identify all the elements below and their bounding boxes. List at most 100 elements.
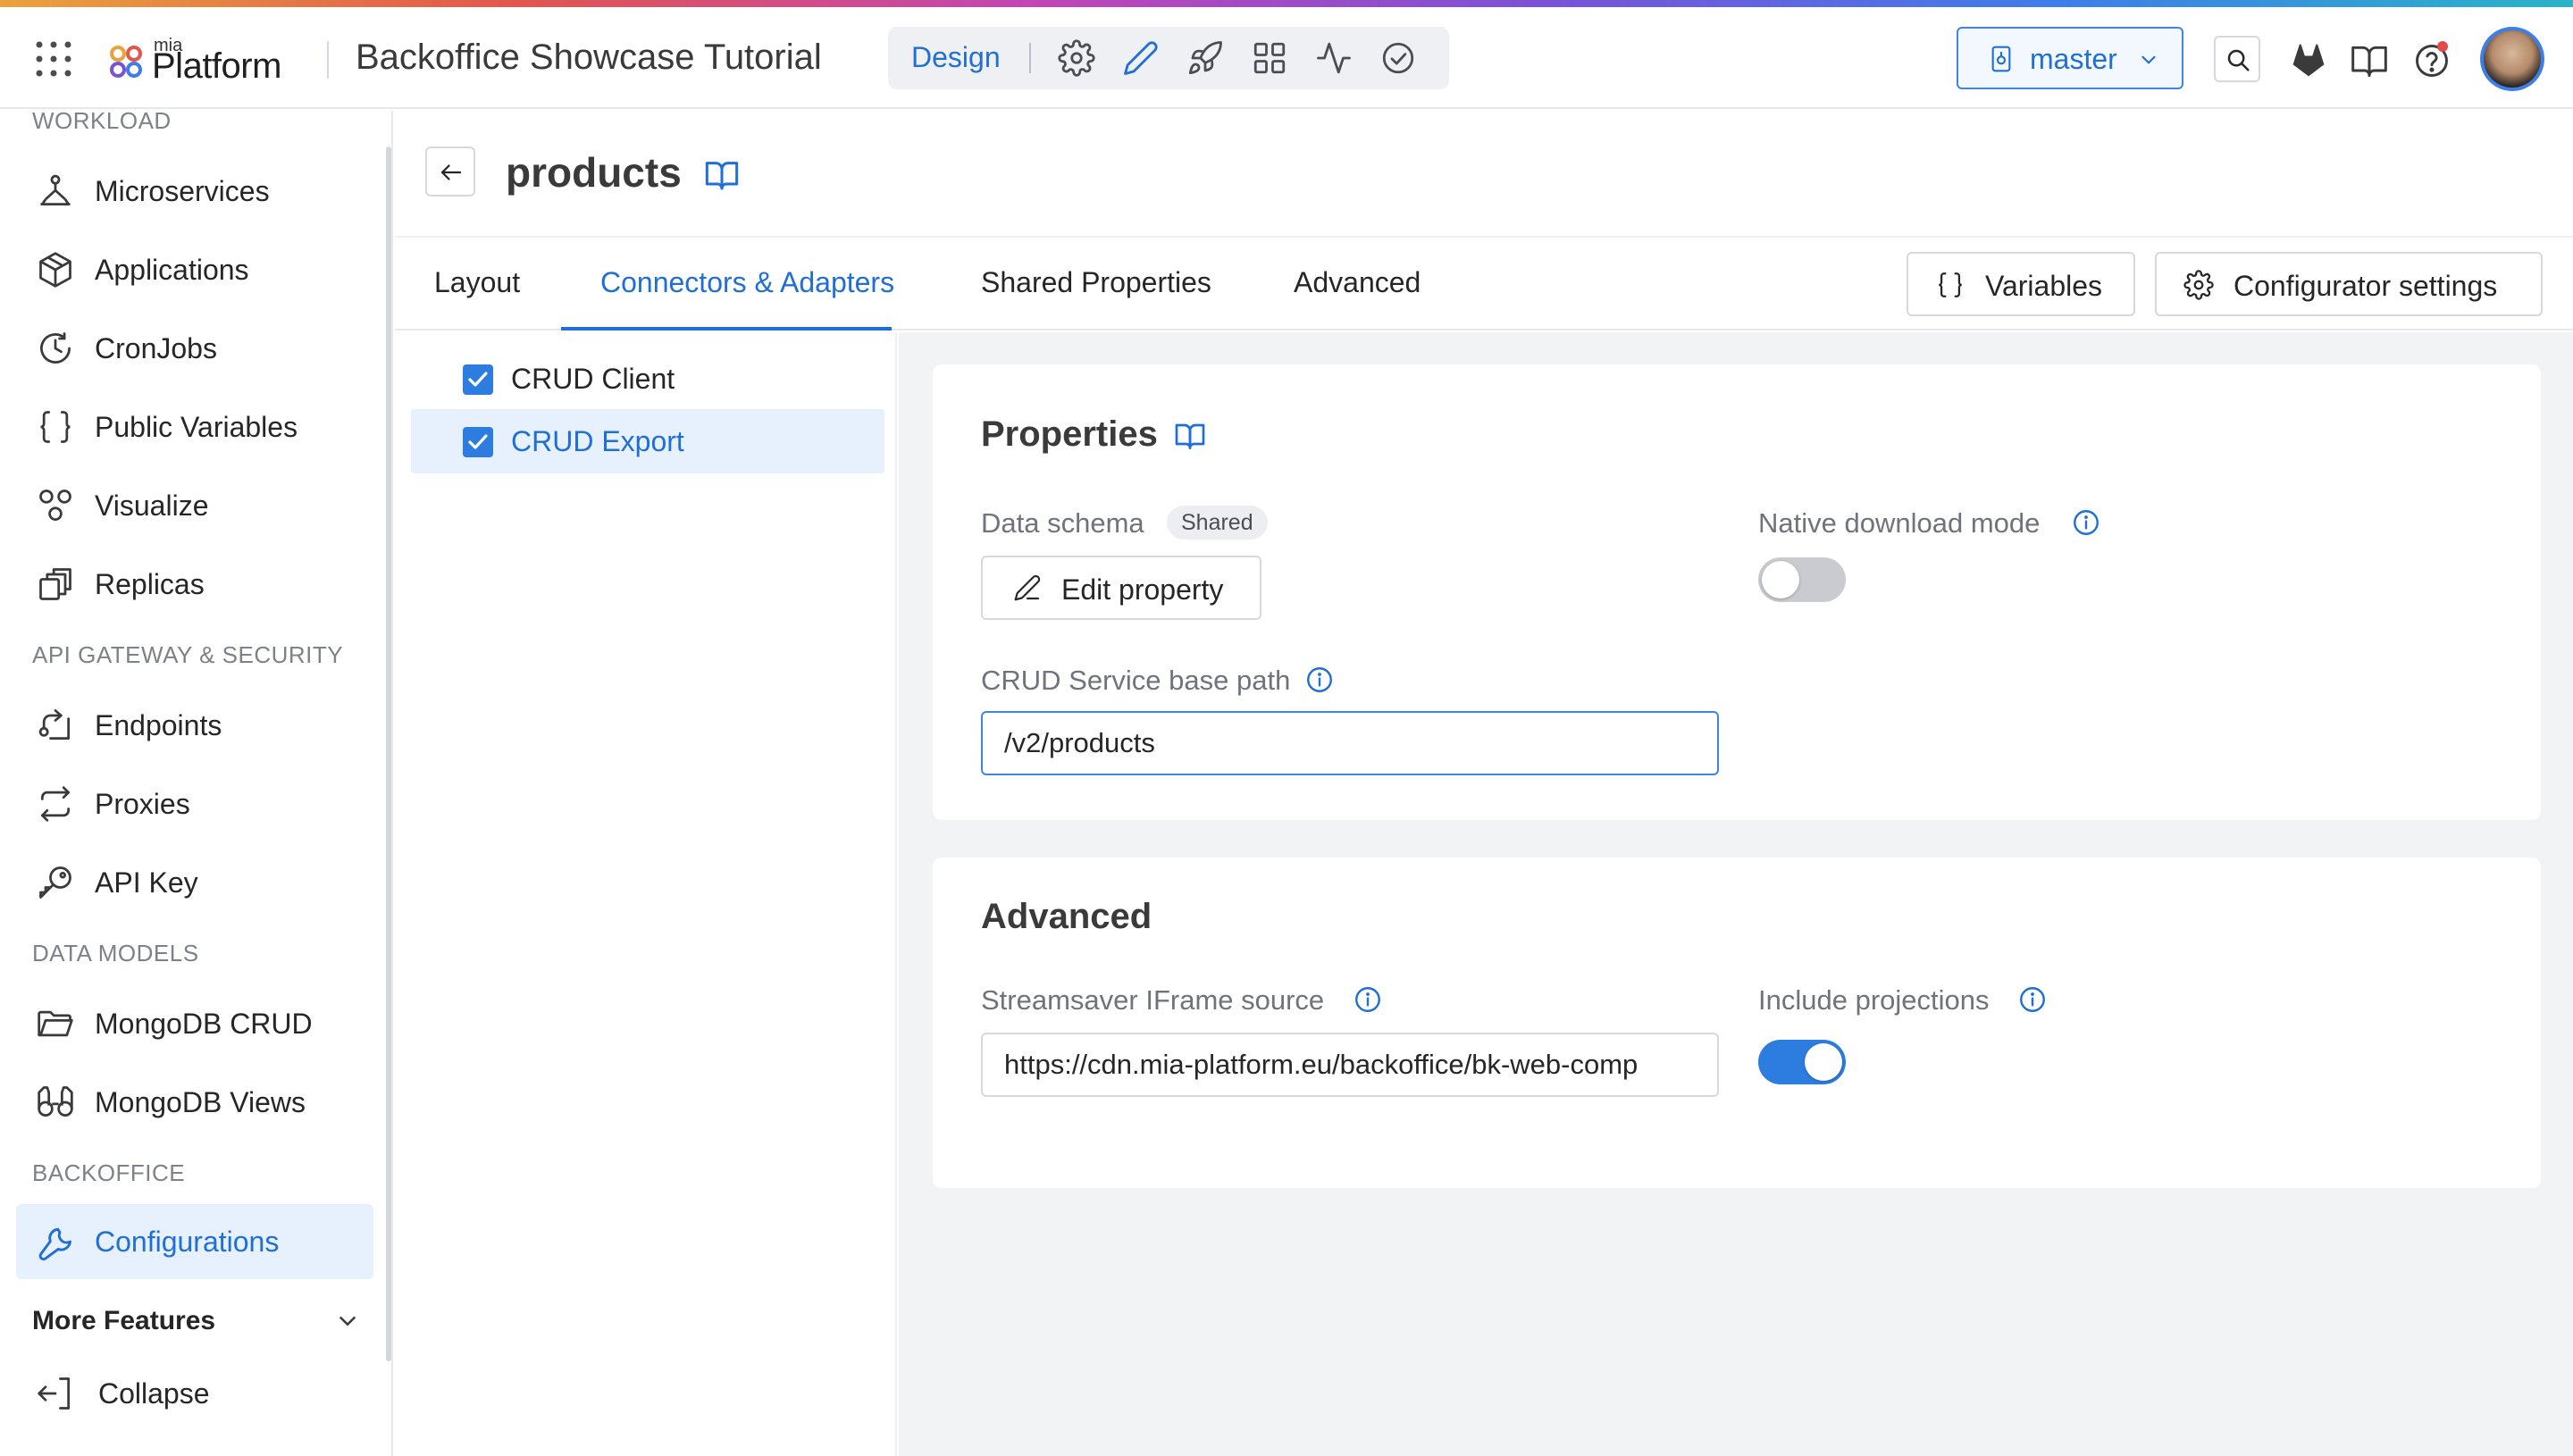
sidebar-item-label: Microservices — [95, 175, 270, 207]
divider — [1029, 43, 1031, 73]
include-projections-label: Include projections — [1758, 984, 1990, 1016]
clock-icon — [36, 329, 75, 368]
key-icon — [36, 863, 75, 902]
user-avatar[interactable] — [2480, 27, 2544, 91]
sidebar-item-applications[interactable]: Applications — [16, 232, 373, 307]
copy-icon — [36, 565, 75, 604]
connector-label: CRUD Export — [511, 425, 684, 457]
back-button[interactable] — [425, 146, 475, 197]
connector-item-crud-client[interactable]: CRUD Client — [411, 347, 884, 411]
sidebar-item-public-variables[interactable]: Public Variables — [16, 389, 373, 464]
sidebar-item-api-key[interactable]: API Key — [16, 845, 373, 920]
project-title[interactable]: Backoffice Showcase Tutorial — [356, 38, 822, 78]
collapse-sidebar-button[interactable]: Collapse — [16, 1361, 284, 1424]
book-icon[interactable] — [2350, 41, 2389, 80]
sidebar-scrollbar[interactable] — [386, 146, 391, 1361]
mode-design-tab[interactable]: Design — [911, 41, 1001, 74]
advanced-title: Advanced — [981, 897, 1152, 936]
active-tab-indicator — [561, 327, 892, 331]
pencil-icon[interactable] — [1122, 39, 1160, 77]
package-icon — [36, 250, 75, 289]
more-features-toggle[interactable]: More Features — [32, 1306, 215, 1336]
apps-grid-icon[interactable] — [34, 39, 73, 79]
shared-badge: Shared — [1167, 506, 1268, 540]
gitlab-icon[interactable] — [2289, 41, 2328, 80]
visualize-icon — [36, 486, 75, 525]
tab-bar: Layout Connectors & Adapters Shared Prop… — [395, 239, 2573, 331]
sidebar-section-title: BACKOFFICE — [32, 1159, 186, 1186]
sidebar-item-cronjobs[interactable]: CronJobs — [16, 311, 373, 386]
sidebar-item-proxies[interactable]: Proxies — [16, 766, 373, 841]
brand-gradient-bar — [0, 0, 2573, 7]
tab-shared-properties[interactable]: Shared Properties — [981, 266, 1211, 299]
sidebar-item-label: Configurations — [95, 1226, 280, 1258]
search-icon — [2225, 46, 2251, 73]
logo-main-text: Platform — [152, 46, 281, 86]
sidebar-item-label: API Key — [95, 866, 198, 899]
info-icon[interactable] — [1304, 665, 1335, 695]
tab-connectors-adapters[interactable]: Connectors & Adapters — [600, 266, 894, 299]
sidebar-item-label: Proxies — [95, 788, 190, 820]
info-icon[interactable] — [1353, 984, 1383, 1015]
dashboard-icon[interactable] — [1251, 39, 1288, 77]
branch-selector[interactable]: master — [1957, 27, 2183, 89]
sidebar-item-mongodb-views[interactable]: MongoDB Views — [16, 1065, 373, 1140]
connector-item-crud-export[interactable]: CRUD Export — [411, 409, 884, 473]
avatar-image — [2484, 30, 2541, 88]
sidebar-item-mongodb-crud[interactable]: MongoDB CRUD — [16, 986, 373, 1061]
sidebar-item-label: Visualize — [95, 490, 209, 522]
gear-icon — [2183, 270, 2214, 300]
sidebar-section-title: DATA MODELS — [32, 940, 199, 966]
tab-layout[interactable]: Layout — [434, 266, 520, 299]
sidebar-item-endpoints[interactable]: Endpoints — [16, 688, 373, 763]
streamsaver-input[interactable] — [981, 1033, 1719, 1097]
info-icon[interactable] — [2071, 507, 2101, 538]
base-path-label: CRUD Service base path — [981, 665, 1291, 696]
configurator-settings-button[interactable]: Configurator settings — [2155, 252, 2543, 316]
native-download-label: Native download mode — [1758, 507, 2041, 539]
sidebar-item-microservices[interactable]: Microservices — [16, 154, 373, 229]
branch-icon — [1987, 45, 2016, 73]
sidebar-item-configurations[interactable]: Configurations — [16, 1204, 373, 1279]
edit-property-button[interactable]: Edit property — [981, 556, 1261, 620]
documentation-book-icon[interactable] — [1174, 420, 1206, 452]
chevron-down-icon[interactable] — [334, 1308, 361, 1335]
braces-icon — [36, 407, 75, 447]
tab-advanced[interactable]: Advanced — [1294, 266, 1421, 299]
divider — [327, 41, 329, 79]
variables-button[interactable]: Variables — [1907, 252, 2135, 316]
top-bar: mia Platform Backoffice Showcase Tutoria… — [0, 7, 2573, 109]
sidebar-item-label: Applications — [95, 254, 249, 286]
search-button[interactable] — [2214, 36, 2260, 82]
sidebar: WORKLOAD Microservices Applications Cron… — [0, 107, 393, 1456]
arrow-left-icon — [438, 159, 465, 186]
endpoint-icon — [36, 706, 75, 745]
info-icon[interactable] — [2017, 984, 2048, 1015]
sidebar-item-visualize[interactable]: Visualize — [16, 468, 373, 543]
mode-switcher: Design — [888, 27, 1449, 89]
activity-icon[interactable] — [1315, 39, 1353, 77]
checkbox-checked-icon[interactable] — [463, 364, 493, 395]
configurator-settings-label: Configurator settings — [2234, 270, 2498, 302]
connector-label: CRUD Client — [511, 363, 675, 395]
advanced-card: Advanced Streamsaver IFrame source Inclu… — [933, 858, 2541, 1188]
documentation-book-icon[interactable] — [704, 157, 740, 193]
variables-label: Variables — [1985, 270, 2103, 302]
sidebar-item-label: CronJobs — [95, 332, 217, 364]
checkbox-checked-icon[interactable] — [463, 427, 493, 457]
sidebar-item-replicas[interactable]: Replicas — [16, 547, 373, 622]
pencil-icon — [1013, 573, 1042, 602]
native-download-toggle[interactable] — [1758, 557, 1846, 602]
gear-icon[interactable] — [1058, 39, 1095, 77]
include-projections-toggle[interactable] — [1758, 1040, 1846, 1084]
check-circle-icon[interactable] — [1379, 39, 1417, 77]
mia-platform-logo[interactable]: mia Platform — [107, 29, 304, 88]
base-path-input[interactable] — [981, 711, 1719, 775]
wrench-icon — [36, 1222, 75, 1261]
connector-list: CRUD Client CRUD Export — [395, 332, 897, 1456]
toggle-knob — [1762, 561, 1799, 598]
branch-name: master — [2030, 43, 2117, 75]
rocket-icon[interactable] — [1186, 39, 1224, 77]
sidebar-item-label: Public Variables — [95, 411, 298, 443]
mia-logo-mark-icon — [107, 43, 148, 82]
